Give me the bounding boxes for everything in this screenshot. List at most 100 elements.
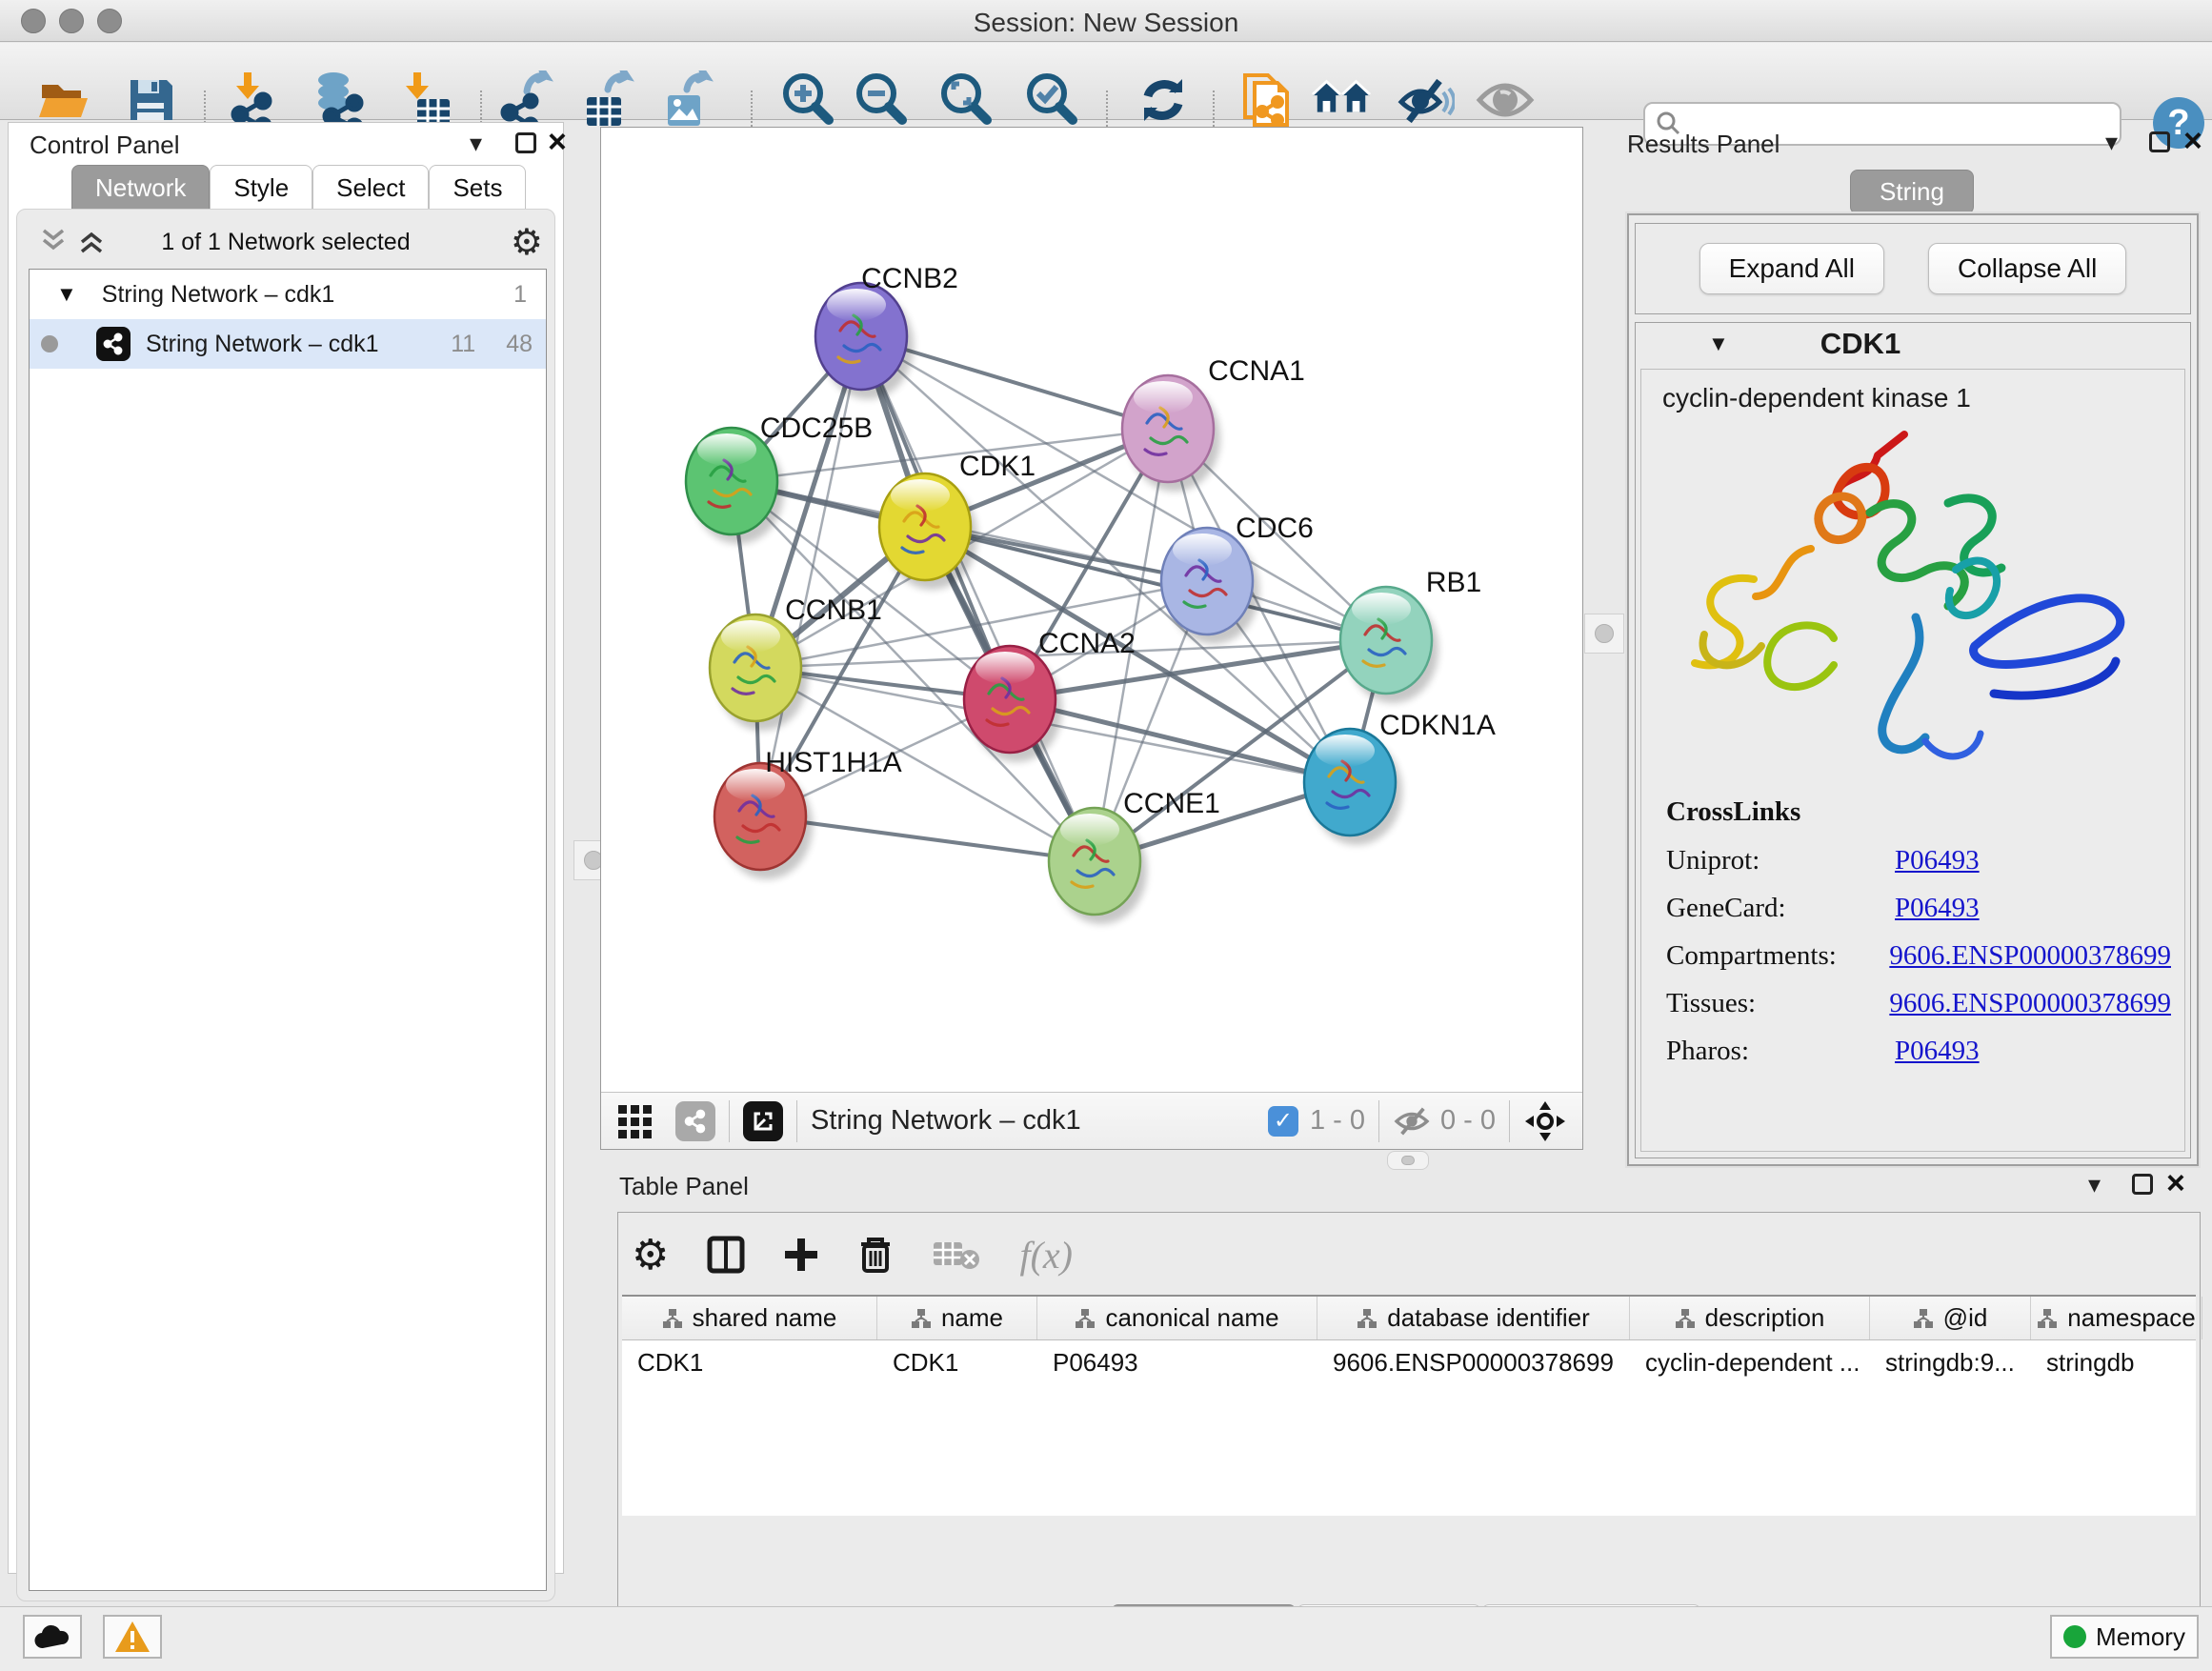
column-type-node-icon xyxy=(911,1308,932,1329)
refresh-icon[interactable] xyxy=(1133,70,1194,131)
float-panel-icon[interactable] xyxy=(515,132,536,153)
results-panel: Results Panel ▾ × String Expand All Coll… xyxy=(1619,122,2204,1172)
add-column-icon[interactable] xyxy=(783,1237,819,1273)
memory-button[interactable]: Memory xyxy=(2050,1615,2199,1659)
column-header-label: canonical name xyxy=(1105,1303,1278,1333)
protein-node[interactable] xyxy=(1122,375,1220,492)
cdk1-section-header[interactable]: ▼ CDK1 xyxy=(1636,323,2190,365)
protein-node[interactable] xyxy=(714,763,813,879)
crosslink-row: GeneCard:P06493 xyxy=(1666,893,2171,924)
table-cell[interactable]: P06493 xyxy=(1037,1340,1317,1384)
column-header-label: database identifier xyxy=(1387,1303,1589,1333)
tab-select[interactable]: Select xyxy=(312,165,429,211)
table-cell[interactable]: 9606.ENSP00000378699 xyxy=(1317,1340,1630,1384)
protein-node[interactable] xyxy=(1161,528,1259,644)
gear-icon[interactable]: ⚙ xyxy=(511,221,543,264)
close-panel-icon[interactable]: × xyxy=(2183,131,2202,151)
hide-selected-icon[interactable] xyxy=(1395,70,1456,131)
column-type-node-icon xyxy=(1675,1308,1696,1329)
cloud-status-button[interactable] xyxy=(23,1615,82,1659)
protein-node[interactable] xyxy=(1340,587,1438,703)
function-builder-icon: f(x) xyxy=(1019,1233,1073,1278)
right-splitter-handle[interactable] xyxy=(1584,614,1624,654)
collapse-caret-icon[interactable]: ▼ xyxy=(56,282,77,307)
table-cell[interactable]: CDK1 xyxy=(877,1340,1037,1384)
column-header[interactable]: namespace xyxy=(2031,1297,2202,1339)
table-header-row[interactable]: shared namename canonical name database id… xyxy=(622,1297,2196,1340)
selected-checkbox-icon[interactable]: ✓ xyxy=(1268,1106,1298,1137)
delete-column-icon[interactable] xyxy=(857,1235,894,1275)
table-panel-title: Table Panel xyxy=(619,1172,749,1201)
grid-view-icon[interactable] xyxy=(616,1101,656,1141)
column-header[interactable]: @id xyxy=(1870,1297,2031,1339)
home-icon[interactable] xyxy=(1311,70,1372,131)
network-edge[interactable] xyxy=(760,336,861,816)
crosslink-link[interactable]: 9606.ENSP00000378699 xyxy=(1889,940,2171,972)
collapse-caret-icon[interactable]: ▼ xyxy=(1708,332,1729,356)
zoom-in-icon[interactable] xyxy=(777,70,838,131)
column-type-node-icon xyxy=(1357,1308,1377,1329)
expand-all-button[interactable]: Expand All xyxy=(1699,243,1884,294)
birdseye-navigator-icon[interactable] xyxy=(1523,1099,1567,1143)
column-header[interactable]: name xyxy=(877,1297,1037,1339)
table-cell[interactable]: CDK1 xyxy=(622,1340,877,1384)
panel-menu-icon[interactable]: ▾ xyxy=(2088,1170,2101,1199)
crosslink-link[interactable]: 9606.ENSP00000378699 xyxy=(1889,988,2171,1019)
network-overview-icon[interactable] xyxy=(675,1101,715,1141)
protein-node[interactable] xyxy=(710,614,808,731)
zoom-fit-icon[interactable] xyxy=(935,70,996,131)
protein-node[interactable] xyxy=(964,646,1062,762)
control-panel-title: Control Panel xyxy=(30,131,180,160)
panel-menu-icon[interactable]: ▾ xyxy=(470,129,482,158)
float-panel-icon[interactable] xyxy=(2132,1174,2153,1195)
protein-node[interactable] xyxy=(686,428,784,544)
zoom-out-icon[interactable] xyxy=(851,70,912,131)
protein-node[interactable] xyxy=(879,473,977,590)
protein-node[interactable] xyxy=(1304,729,1402,845)
node-label: CDC25B xyxy=(760,413,873,444)
tab-network[interactable]: Network xyxy=(71,165,210,211)
show-all-icon[interactable] xyxy=(1475,70,1536,131)
column-header[interactable]: shared name xyxy=(622,1297,877,1339)
close-panel-icon[interactable]: × xyxy=(548,131,567,152)
float-panel-icon[interactable] xyxy=(2149,131,2170,152)
delete-table-icon xyxy=(932,1238,981,1271)
protein-node[interactable] xyxy=(1049,808,1147,924)
network-canvas-svg[interactable]: CCNB2CCNA1CDC25BCDK1CDC6RB1CCNB1CCNA2CDK… xyxy=(601,128,1582,1092)
network-selected-status: 1 of 1 Network selected xyxy=(17,229,554,256)
column-header[interactable]: description xyxy=(1630,1297,1870,1339)
network-tab-content: 1 of 1 Network selected ⚙ ▼ String Netwo… xyxy=(16,209,555,1601)
crosslink-link[interactable]: P06493 xyxy=(1895,845,1980,876)
zoom-selected-icon[interactable] xyxy=(1021,70,1082,131)
tab-sets[interactable]: Sets xyxy=(429,165,526,211)
table-cell[interactable]: cyclin-dependent ... xyxy=(1630,1340,1870,1384)
network-edge[interactable] xyxy=(861,336,1095,861)
table-cell[interactable]: stringdb:9... xyxy=(1870,1340,2031,1384)
crosslink-link[interactable]: P06493 xyxy=(1895,1036,1980,1067)
table-panel: Table Panel ▾ × ⚙ f(x) shared namename ca… xyxy=(600,1164,2212,1604)
column-header[interactable]: database identifier xyxy=(1317,1297,1630,1339)
network-row[interactable]: String Network – cdk1 11 48 xyxy=(30,319,546,369)
protein-node[interactable] xyxy=(815,283,914,399)
tab-string[interactable]: String xyxy=(1850,170,1974,214)
export-image-icon[interactable] xyxy=(658,70,719,131)
column-header[interactable]: canonical name xyxy=(1037,1297,1317,1339)
column-type-node-icon xyxy=(662,1308,683,1329)
detach-view-icon[interactable] xyxy=(743,1101,783,1141)
table-cell[interactable]: stringdb xyxy=(2031,1340,2202,1384)
gear-icon[interactable]: ⚙ xyxy=(632,1231,669,1279)
tab-style[interactable]: Style xyxy=(210,165,312,211)
warnings-button[interactable] xyxy=(103,1615,162,1659)
expand-collapse-bar: Expand All Collapse All xyxy=(1635,223,2191,314)
crosslinks-block: CrossLinks Uniprot:P06493GeneCard:P06493… xyxy=(1666,796,2171,1083)
export-table-icon[interactable] xyxy=(577,70,638,131)
table-row[interactable]: CDK1CDK1P064939606.ENSP00000378699cyclin… xyxy=(622,1340,2196,1384)
string-document-icon[interactable] xyxy=(1236,70,1297,131)
control-panel-tabs: NetworkStyleSelectSets xyxy=(71,165,526,211)
network-collection-row[interactable]: ▼ String Network – cdk1 1 xyxy=(30,270,546,319)
collapse-all-button[interactable]: Collapse All xyxy=(1928,243,2126,294)
close-panel-icon[interactable]: × xyxy=(2166,1173,2185,1194)
panel-menu-icon[interactable]: ▾ xyxy=(2105,128,2118,157)
crosslink-link[interactable]: P06493 xyxy=(1895,893,1980,924)
split-columns-icon[interactable] xyxy=(707,1236,745,1274)
